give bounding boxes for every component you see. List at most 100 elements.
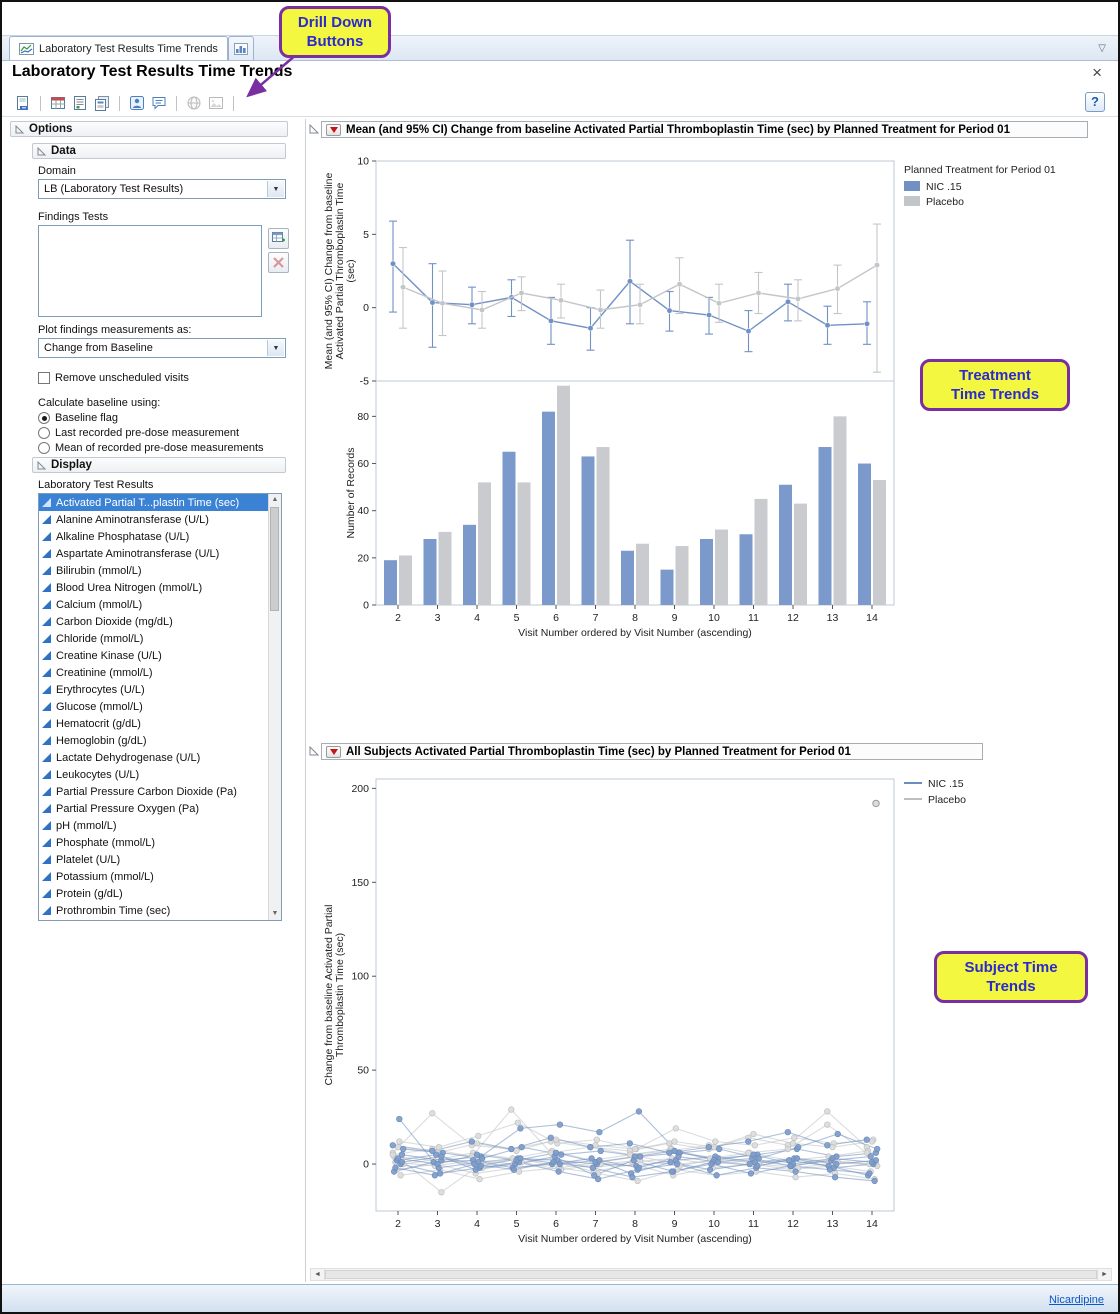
continuous-variable-icon	[42, 515, 51, 524]
lab-test-label: Creatine Kinase (U/L)	[56, 650, 162, 662]
svg-text:5: 5	[514, 612, 520, 624]
findings-tests-listbox[interactable]	[38, 225, 262, 317]
lab-test-item[interactable]: Platelet (U/L)	[39, 851, 268, 868]
display-outline-header[interactable]: Display	[32, 457, 286, 473]
baseline-radio-option[interactable]: Last recorded pre-dose measurement	[38, 427, 264, 439]
lab-test-item[interactable]: Blood Urea Nitrogen (mmol/L)	[39, 579, 268, 596]
open-report-icon[interactable]	[14, 94, 32, 112]
lab-test-item[interactable]: Prothrombin Time (sec)	[39, 902, 268, 919]
horizontal-scrollbar[interactable]: ◄ ►	[310, 1268, 1112, 1281]
continuous-variable-icon	[42, 753, 51, 762]
lab-test-item[interactable]: Partial Pressure Oxygen (Pa)	[39, 800, 268, 817]
scrollbar-thumb[interactable]	[270, 507, 279, 611]
remove-tests-button[interactable]	[268, 252, 289, 273]
lab-test-label: Creatinine (mmol/L)	[56, 667, 153, 679]
svg-text:40: 40	[357, 505, 369, 517]
lab-test-item[interactable]: Partial Pressure Carbon Dioxide (Pa)	[39, 783, 268, 800]
continuous-variable-icon	[42, 651, 51, 660]
drill-down-notes-icon[interactable]	[150, 94, 168, 112]
tab-menu-arrow-icon[interactable]: ▽	[1098, 43, 1106, 54]
panel-splitter[interactable]	[305, 119, 306, 1282]
lab-test-item[interactable]: Hemoglobin (g/dL)	[39, 732, 268, 749]
data-outline-header[interactable]: Data	[32, 143, 286, 159]
lab-test-item[interactable]: Phosphate (mmol/L)	[39, 834, 268, 851]
remove-unscheduled-checkbox[interactable]	[38, 372, 50, 384]
svg-text:13: 13	[827, 1218, 839, 1230]
findings-tests-label: Findings Tests	[38, 211, 108, 223]
lab-test-item[interactable]: Erythrocytes (U/L)	[39, 681, 268, 698]
help-button[interactable]: ?	[1085, 92, 1105, 112]
continuous-variable-icon	[42, 889, 51, 898]
data-table-icon[interactable]	[49, 94, 67, 112]
scroll-right-icon[interactable]: ►	[1097, 1269, 1111, 1280]
options-outline-header[interactable]: Options	[10, 121, 288, 137]
red-triangle-menu-icon[interactable]	[326, 746, 341, 758]
lab-test-results-label: Laboratory Test Results	[38, 479, 153, 491]
subject-time-trends-chart[interactable]: 050100150200234567891011121314Visit Numb…	[320, 767, 1112, 1257]
close-icon[interactable]: ×	[1092, 64, 1102, 81]
layout-icon[interactable]	[93, 94, 111, 112]
lab-test-item[interactable]: Carbon Dioxide (mg/dL)	[39, 613, 268, 630]
radio-button[interactable]	[38, 412, 50, 424]
lab-test-item[interactable]: Aspartate Aminotransferase (U/L)	[39, 545, 268, 562]
lab-test-item[interactable]: Calcium (mmol/L)	[39, 596, 268, 613]
lab-test-label: Protein (g/dL)	[56, 888, 123, 900]
plot-as-selected-value: Change from Baseline	[44, 342, 153, 354]
treatment-callout: Treatment Time Trends	[920, 359, 1070, 411]
svg-text:0: 0	[363, 1159, 369, 1171]
continuous-variable-icon	[42, 634, 51, 643]
lab-test-item[interactable]: Bilirubin (mmol/L)	[39, 562, 268, 579]
tab-lab-test-results[interactable]: Laboratory Test Results Time Trends	[9, 36, 228, 60]
continuous-variable-icon	[42, 549, 51, 558]
lab-test-label: Carbon Dioxide (mg/dL)	[56, 616, 173, 628]
svg-text:20: 20	[357, 552, 369, 564]
list-scrollbar[interactable]: ▲ ▼	[268, 494, 281, 920]
domain-select[interactable]: LB (Laboratory Test Results) ▼	[38, 179, 286, 199]
disclosure-icon	[15, 125, 24, 134]
radio-button[interactable]	[38, 427, 50, 439]
disclosure-icon[interactable]	[309, 124, 319, 134]
radio-label: Last recorded pre-dose measurement	[55, 427, 239, 439]
lab-test-item[interactable]: Creatinine (mmol/L)	[39, 664, 268, 681]
study-link[interactable]: Nicardipine	[1049, 1294, 1104, 1306]
scroll-left-icon[interactable]: ◄	[311, 1269, 325, 1280]
lab-test-item[interactable]: Potassium (mmol/L)	[39, 868, 268, 885]
journal-icon[interactable]	[71, 94, 89, 112]
lab-test-item[interactable]: Alanine Aminotransferase (U/L)	[39, 511, 268, 528]
scroll-down-icon[interactable]: ▼	[269, 908, 281, 920]
svg-text:Visit Number ordered by Visit: Visit Number ordered by Visit Number (as…	[518, 1233, 752, 1245]
svg-text:NIC .15: NIC .15	[928, 778, 964, 790]
plot-as-select[interactable]: Change from Baseline ▼	[38, 338, 286, 358]
report-area: Mean (and 95% CI) Change from baseline A…	[308, 121, 1114, 1267]
lab-test-item[interactable]: Leukocytes (U/L)	[39, 766, 268, 783]
scrollbar-thumb[interactable]	[325, 1270, 1097, 1279]
options-panel: Options Data Domain LB (Laboratory Test …	[10, 121, 302, 1271]
lab-test-item[interactable]: Creatine Kinase (U/L)	[39, 647, 268, 664]
treatment-callout-line2: Time Trends	[931, 385, 1059, 404]
add-tests-button[interactable]	[268, 228, 289, 249]
lab-tests-listbox: Activated Partial T...plastin Time (sec)…	[38, 493, 282, 921]
red-triangle-menu-icon[interactable]	[326, 124, 341, 136]
lab-test-item[interactable]: pH (mmol/L)	[39, 817, 268, 834]
baseline-radio-option[interactable]: Baseline flag	[38, 412, 264, 424]
lab-test-item[interactable]: Activated Partial T...plastin Time (sec)	[39, 494, 268, 511]
lab-test-item[interactable]: Alkaline Phosphatase (U/L)	[39, 528, 268, 545]
lab-test-item[interactable]: Chloride (mmol/L)	[39, 630, 268, 647]
lab-test-item[interactable]: Glucose (mmol/L)	[39, 698, 268, 715]
svg-text:8: 8	[632, 612, 638, 624]
scroll-up-icon[interactable]: ▲	[269, 494, 281, 506]
disclosure-icon[interactable]	[309, 746, 319, 756]
continuous-variable-icon	[42, 668, 51, 677]
drill-down-profile-icon[interactable]	[128, 94, 146, 112]
lab-test-item[interactable]: Protein (g/dL)	[39, 885, 268, 902]
add-table-icon	[271, 231, 286, 246]
baseline-radio-option[interactable]: Mean of recorded pre-dose measurements	[38, 442, 264, 454]
toolbar-separator	[233, 96, 234, 111]
remove-unscheduled-option[interactable]: Remove unscheduled visits	[38, 372, 189, 384]
toolbar-separator	[119, 96, 120, 111]
lab-test-label: Calcium (mmol/L)	[56, 599, 142, 611]
lab-test-item[interactable]: Hematocrit (g/dL)	[39, 715, 268, 732]
radio-button[interactable]	[38, 442, 50, 454]
status-bar: Nicardipine	[2, 1284, 1118, 1312]
lab-test-item[interactable]: Lactate Dehydrogenase (U/L)	[39, 749, 268, 766]
